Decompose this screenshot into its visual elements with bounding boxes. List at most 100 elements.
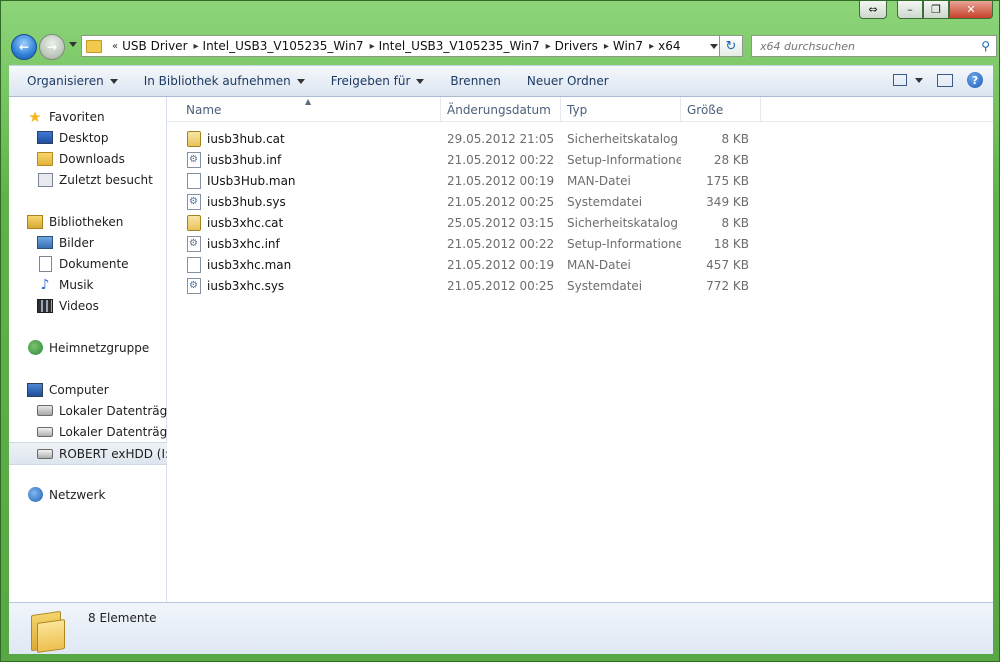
film-strip-icon xyxy=(37,298,53,313)
address-bar[interactable]: « USB Driver ▸ Intel_USB3_V105235_Win7 ▸… xyxy=(81,35,725,57)
maximize-button[interactable]: ❐ xyxy=(923,1,949,19)
column-header-size[interactable]: Größe xyxy=(681,97,761,122)
recent-pages-dropdown[interactable] xyxy=(69,42,77,47)
network-group: Netzwerk xyxy=(9,484,167,505)
nav-label: Zuletzt besucht xyxy=(59,172,153,187)
column-headers: Name ▲ Änderungsdatum Typ Größe xyxy=(167,97,993,122)
file-row[interactable]: IUsb3Hub.man 21.05.2012 00:19 MAN-Datei … xyxy=(167,170,993,191)
breadcrumb-separator[interactable]: ▸ xyxy=(370,41,375,52)
nav-documents[interactable]: Dokumente xyxy=(9,253,167,274)
overflow-chevron[interactable]: « xyxy=(112,41,118,52)
file-name: iusb3xhc.man xyxy=(207,257,292,272)
column-header-date[interactable]: Änderungsdatum xyxy=(441,97,561,122)
share-label: Freigeben für xyxy=(330,74,411,88)
nav-desktop[interactable]: Desktop xyxy=(9,127,167,148)
nav-videos[interactable]: Videos xyxy=(9,295,167,316)
search-box[interactable]: ⚲ xyxy=(751,35,997,57)
preview-pane-icon[interactable] xyxy=(937,73,953,87)
navigation-pane: ★ Favoriten Desktop Downloads Zuletzt be… xyxy=(9,97,180,602)
chevron-down-icon xyxy=(416,78,425,84)
certificate-icon xyxy=(187,130,201,147)
breadcrumb-intel-usb3-1[interactable]: Intel_USB3_V105235_Win7 xyxy=(203,39,364,53)
file-type: Setup-Informationen xyxy=(567,152,681,167)
breadcrumb-separator[interactable]: ▸ xyxy=(649,41,654,52)
file-row[interactable]: iusb3xhc.man 21.05.2012 00:19 MAN-Datei … xyxy=(167,254,993,275)
certificate-icon xyxy=(187,214,201,231)
file-rows: iusb3hub.cat 29.05.2012 21:05 Sicherheit… xyxy=(167,128,993,296)
minimize-button[interactable]: – xyxy=(897,1,923,19)
breadcrumb-separator[interactable]: ▸ xyxy=(546,41,551,52)
pictures-icon xyxy=(37,236,53,249)
file-row[interactable]: iusb3hub.cat 29.05.2012 21:05 Sicherheit… xyxy=(167,128,993,149)
organize-button[interactable]: Organisieren xyxy=(9,74,131,88)
nav-network[interactable]: Netzwerk xyxy=(9,484,167,505)
nav-pictures[interactable]: Bilder xyxy=(9,232,167,253)
chevron-down-icon xyxy=(915,77,923,83)
documents-icon xyxy=(38,255,52,272)
file-date: 21.05.2012 00:25 xyxy=(447,194,555,209)
breadcrumb-usb-driver[interactable]: USB Driver xyxy=(122,39,187,53)
item-count: 8 Elemente xyxy=(88,611,157,625)
include-library-button[interactable]: In Bibliothek aufnehmen xyxy=(131,74,318,88)
sort-ascending-icon: ▲ xyxy=(305,97,312,106)
nav-favorites[interactable]: ★ Favoriten xyxy=(9,106,167,127)
nav-robert-exhdd[interactable]: ROBERT exHDD (I:) xyxy=(9,442,174,465)
nav-downloads[interactable]: Downloads xyxy=(9,148,167,169)
file-row[interactable]: iusb3xhc.inf 21.05.2012 00:22 Setup-Info… xyxy=(167,233,993,254)
star-icon: ★ xyxy=(28,107,42,126)
file-type: Systemdatei xyxy=(567,194,643,209)
file-date: 21.05.2012 00:22 xyxy=(447,236,555,251)
file-size: 18 KB xyxy=(713,236,749,251)
breadcrumb-drivers[interactable]: Drivers xyxy=(555,39,598,53)
column-label: Größe xyxy=(687,102,724,117)
system-file-icon xyxy=(187,277,201,294)
network-icon xyxy=(27,487,43,502)
new-folder-button[interactable]: Neuer Ordner xyxy=(514,74,622,88)
file-row[interactable]: iusb3xhc.cat 25.05.2012 03:15 Sicherheit… xyxy=(167,212,993,233)
breadcrumb-separator[interactable]: ▸ xyxy=(194,41,199,52)
burn-button[interactable]: Brennen xyxy=(437,74,513,88)
address-history-dropdown[interactable] xyxy=(710,44,718,49)
nav-local-disk-d[interactable]: Lokaler Datenträger xyxy=(9,421,180,442)
nav-label: Videos xyxy=(59,298,99,313)
column-header-type[interactable]: Typ xyxy=(561,97,681,122)
nav-homegroup[interactable]: Heimnetzgruppe xyxy=(9,337,167,358)
change-view-button[interactable] xyxy=(893,74,923,86)
close-button[interactable]: ✕ xyxy=(949,1,993,19)
nav-libraries[interactable]: Bibliotheken xyxy=(9,211,167,232)
setup-info-icon xyxy=(187,151,201,168)
back-button[interactable]: ← xyxy=(11,34,37,60)
file-row[interactable]: iusb3hub.sys 21.05.2012 00:25 Systemdate… xyxy=(167,191,993,212)
column-header-name[interactable]: Name ▲ xyxy=(167,97,441,122)
nav-label: Lokaler Datenträger xyxy=(59,403,180,418)
file-row[interactable]: iusb3hub.inf 21.05.2012 00:22 Setup-Info… xyxy=(167,149,993,170)
nav-label: Computer xyxy=(49,382,109,397)
breadcrumb-intel-usb3-2[interactable]: Intel_USB3_V105235_Win7 xyxy=(379,39,540,53)
file-row[interactable]: iusb3xhc.sys 21.05.2012 00:25 Systemdate… xyxy=(167,275,993,296)
help-icon[interactable]: ? xyxy=(967,72,983,88)
nav-label: ROBERT exHDD (I:) xyxy=(59,446,174,461)
recent-places-icon xyxy=(37,172,53,187)
snap-button[interactable]: ⇔ xyxy=(859,1,887,19)
share-button[interactable]: Freigeben für xyxy=(318,74,438,88)
explorer-window: ⇔ – ❐ ✕ ← → « USB Driver ▸ Intel_USB3_V1… xyxy=(0,0,1000,662)
breadcrumb-win7[interactable]: Win7 xyxy=(613,39,643,53)
nav-music[interactable]: ♪ Musik xyxy=(9,274,167,295)
file-date: 21.05.2012 00:19 xyxy=(447,173,555,188)
refresh-icon: ↻ xyxy=(725,38,737,54)
details-pane: 8 Elemente xyxy=(9,602,993,654)
search-input[interactable] xyxy=(758,38,972,54)
libraries-group: Bibliotheken Bilder Dokumente ♪ Musik Vi… xyxy=(9,211,167,316)
refresh-button[interactable]: ↻ xyxy=(719,35,743,57)
breadcrumb-separator[interactable]: ▸ xyxy=(604,41,609,52)
nav-local-disk-c[interactable]: Lokaler Datenträger xyxy=(9,400,180,421)
nav-label: Heimnetzgruppe xyxy=(49,340,150,355)
burn-label: Brennen xyxy=(450,74,501,88)
file-name: iusb3hub.sys xyxy=(207,194,286,209)
breadcrumb-x64[interactable]: x64 xyxy=(658,39,680,53)
nav-recent-places[interactable]: Zuletzt besucht xyxy=(9,169,167,190)
nav-computer[interactable]: Computer xyxy=(9,379,167,400)
file-date: 21.05.2012 00:19 xyxy=(447,257,555,272)
search-icon[interactable]: ⚲ xyxy=(981,39,990,53)
forward-button[interactable]: → xyxy=(39,34,65,60)
